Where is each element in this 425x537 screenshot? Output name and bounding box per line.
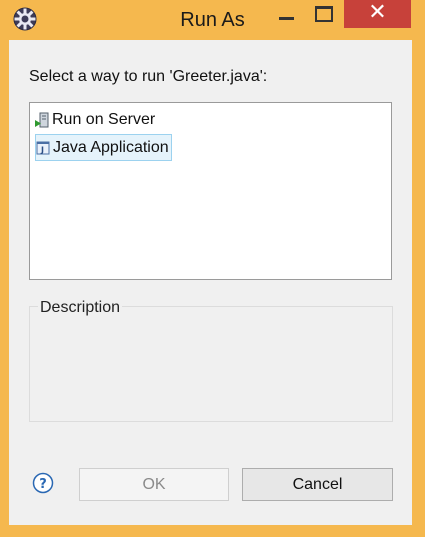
maximize-button[interactable] (308, 0, 338, 28)
description-group: Description (29, 299, 393, 422)
list-item-run-on-server[interactable]: Run on Server (35, 106, 157, 133)
title-bar[interactable]: Run As ✕ (0, 0, 425, 40)
minimize-icon (279, 17, 294, 20)
dialog-prompt: Select a way to run 'Greeter.java': (29, 68, 268, 85)
close-icon: ✕ (368, 0, 387, 25)
run-as-dialog: Run As ✕ Select a way to run 'Greeter.ja… (0, 0, 425, 537)
list-item-label: Java Application (53, 138, 169, 156)
launch-options-list[interactable]: Run on Server J Java Application (29, 102, 392, 280)
description-label: Description (38, 299, 123, 317)
list-item-java-application[interactable]: J Java Application (35, 134, 172, 161)
close-button[interactable]: ✕ (344, 0, 411, 28)
svg-text:?: ? (39, 477, 47, 492)
svg-text:J: J (40, 145, 44, 154)
minimize-button[interactable] (272, 0, 302, 28)
maximize-icon (315, 6, 333, 22)
run-on-server-icon (35, 112, 49, 127)
help-icon[interactable]: ? (32, 472, 54, 494)
ok-button[interactable]: OK (79, 468, 229, 501)
dialog-body: Select a way to run 'Greeter.java': Run … (9, 40, 412, 525)
list-item-label: Run on Server (52, 110, 156, 128)
java-application-icon: J (36, 141, 50, 154)
cancel-button[interactable]: Cancel (242, 468, 393, 501)
